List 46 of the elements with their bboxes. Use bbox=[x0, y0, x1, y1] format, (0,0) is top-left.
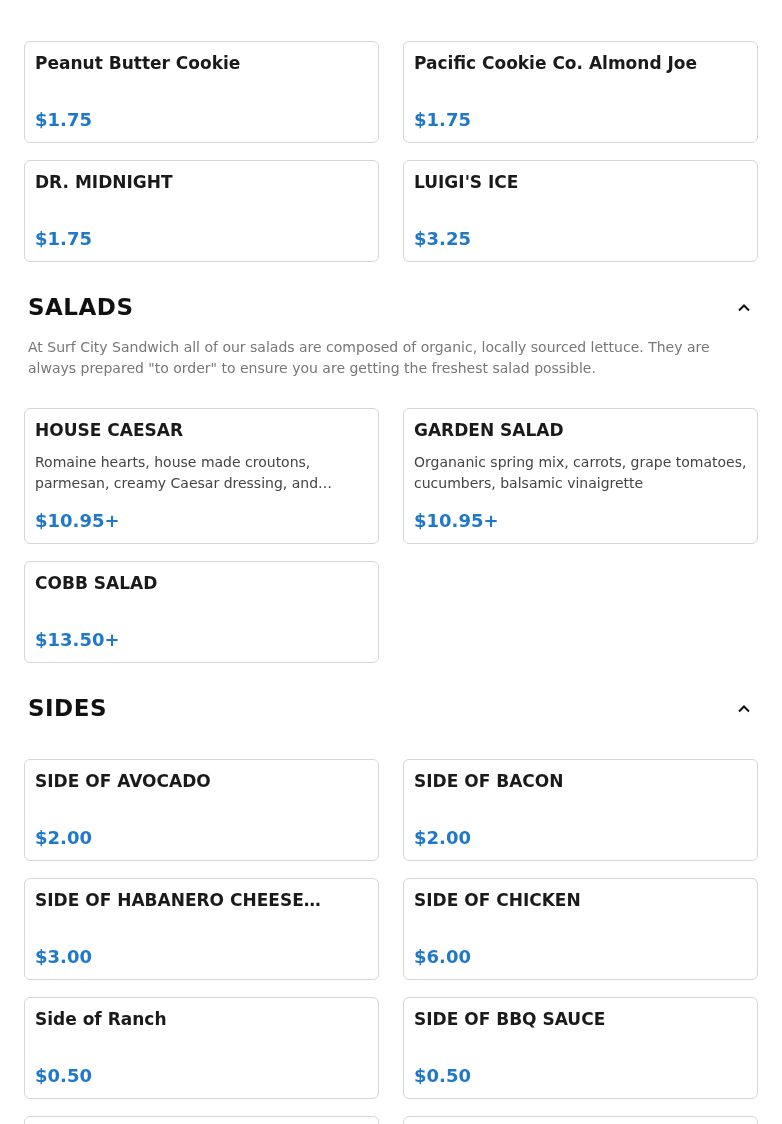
item-name: Pacific Cookie Co. Almond Joe bbox=[414, 52, 699, 74]
item-price: $6.00 bbox=[414, 945, 472, 968]
menu-item-card[interactable]: COBB SALAD $13.50+ bbox=[24, 561, 379, 663]
item-price: $0.50 bbox=[414, 1064, 472, 1087]
menu-item-card[interactable]: Pacific Cookie Co. Almond Joe $1.75 bbox=[403, 41, 758, 143]
menu-item-card[interactable]: SIDE OF BBQ SAUCE $0.50 bbox=[403, 997, 758, 1099]
item-name: SIDE OF CHICKEN bbox=[414, 889, 582, 911]
section-title: SALADS bbox=[28, 292, 134, 322]
item-price: $2.00 bbox=[414, 826, 472, 849]
menu-item-card[interactable]: SIDE OF BACON $2.00 bbox=[403, 759, 758, 861]
item-price: $2.00 bbox=[35, 826, 93, 849]
item-price: $0.50 bbox=[35, 1064, 93, 1087]
item-price: $1.75 bbox=[35, 227, 93, 250]
item-price: $1.75 bbox=[414, 108, 472, 131]
item-price: $10.95+ bbox=[414, 509, 500, 532]
item-price: $13.50+ bbox=[35, 628, 121, 651]
item-description: Organanic spring mix, carrots, grape tomatoes, cucumbers, balsamic vinaigrette bbox=[414, 453, 747, 493]
item-name: SIDE OF BACON bbox=[414, 770, 565, 792]
item-name: COBB SALAD bbox=[35, 572, 159, 594]
menu-item-card[interactable]: LUIGI'S ICE $3.25 bbox=[403, 160, 758, 262]
item-description: Romaine hearts, house made croutons, parmesan, creamy Caesar dressing, and… bbox=[35, 453, 334, 493]
menu-item-card[interactable]: DR. MIDNIGHT $1.75 bbox=[24, 160, 379, 262]
item-price: $3.25 bbox=[414, 227, 472, 250]
item-name: Side of Ranch bbox=[35, 1008, 168, 1030]
item-name: Peanut Butter Cookie bbox=[35, 52, 242, 74]
chevron-up-icon[interactable] bbox=[737, 703, 751, 713]
menu-item-card[interactable]: Peanut Butter Cookie $1.75 bbox=[24, 41, 379, 143]
item-name: SIDE OF HABANERO CHEESE… bbox=[35, 889, 322, 911]
item-name: HOUSE CAESAR bbox=[35, 419, 184, 441]
menu-item-card[interactable]: SIDE OF CHICKEN $6.00 bbox=[403, 878, 758, 980]
item-name: DR. MIDNIGHT bbox=[35, 171, 174, 193]
section-description: At Surf City Sandwich all of our salads are composed of organic, locally sourced lettuce. They are always prepared "to order" to ensure you are getting the freshest salad possible. bbox=[27, 338, 711, 378]
menu-item-card[interactable]: SIDE OF AVOCADO $2.00 bbox=[24, 759, 379, 861]
item-price: $1.75 bbox=[35, 108, 93, 131]
menu-item-card[interactable]: Side of Ranch $0.50 bbox=[24, 997, 379, 1099]
menu-item-card[interactable]: GARDEN SALAD Organanic spring mix, carrots, grape tomatoes, cucumbers, balsamic vinaigrette $10.95+ bbox=[403, 408, 758, 544]
item-name: SIDE OF AVOCADO bbox=[35, 770, 212, 792]
item-name: SIDE OF BBQ SAUCE bbox=[414, 1008, 607, 1030]
menu-item-card[interactable]: SIDE OF HABANERO CHEESE… $3.00 bbox=[24, 878, 379, 980]
item-price: $3.00 bbox=[35, 945, 93, 968]
item-price: $10.95+ bbox=[35, 509, 121, 532]
section-title: SIDES bbox=[28, 693, 107, 723]
chevron-up-icon[interactable] bbox=[737, 302, 751, 312]
item-name: GARDEN SALAD bbox=[414, 419, 565, 441]
item-name: LUIGI'S ICE bbox=[414, 171, 520, 193]
menu-item-card[interactable]: HOUSE CAESAR Romaine hearts, house made croutons, parmesan, creamy Caesar dressing, and… $10.95+ bbox=[24, 408, 379, 544]
